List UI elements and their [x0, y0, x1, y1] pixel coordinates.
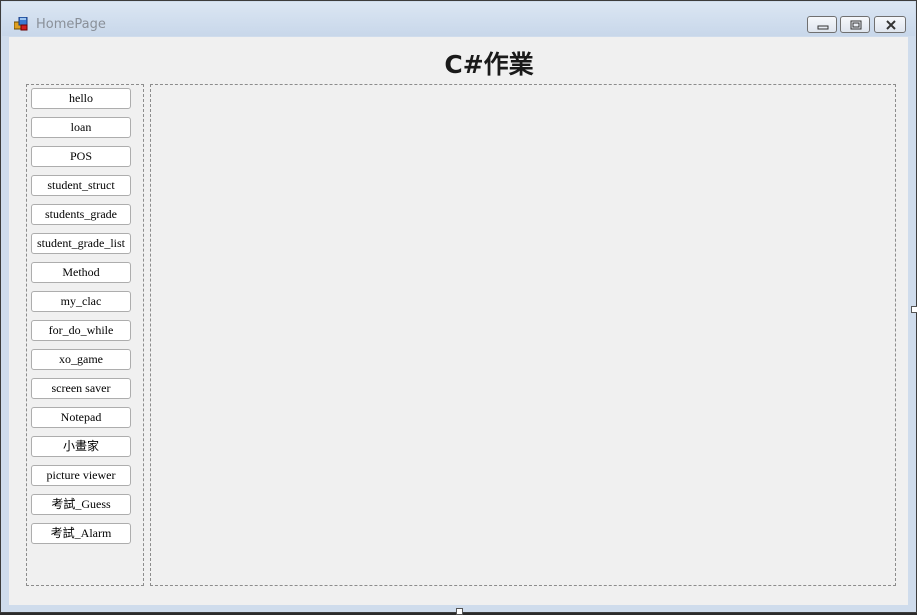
- student-grade-list-button[interactable]: student_grade_list: [31, 233, 131, 254]
- student-struct-button[interactable]: student_struct: [31, 175, 131, 196]
- app-window: HomePage C#作業 hello loan POS student_str…: [0, 0, 917, 615]
- window-title: HomePage: [36, 17, 106, 32]
- close-icon: [886, 20, 896, 30]
- exam-guess-button[interactable]: 考試_Guess: [31, 494, 131, 515]
- windows-form-icon: [13, 16, 28, 31]
- maximize-icon: [850, 20, 862, 30]
- loan-button[interactable]: loan: [31, 117, 131, 138]
- pos-button[interactable]: POS: [31, 146, 131, 167]
- for-do-while-button[interactable]: for_do_while: [31, 320, 131, 341]
- exam-alarm-button[interactable]: 考試_Alarm: [31, 523, 131, 544]
- minimize-icon: [817, 25, 829, 30]
- maximize-button[interactable]: [840, 16, 870, 33]
- my-clac-button[interactable]: my_clac: [31, 291, 131, 312]
- close-button[interactable]: [874, 16, 906, 33]
- sidebar-panel: hello loan POS student_struct students_g…: [26, 84, 144, 586]
- content-panel: [150, 84, 896, 586]
- resize-grip-bottom[interactable]: [456, 608, 463, 615]
- picture-viewer-button[interactable]: picture viewer: [31, 465, 131, 486]
- students-grade-button[interactable]: students_grade: [31, 204, 131, 225]
- minimize-button[interactable]: [807, 16, 837, 33]
- method-button[interactable]: Method: [31, 262, 131, 283]
- resize-grip-right[interactable]: [911, 306, 917, 313]
- hello-button[interactable]: hello: [31, 88, 131, 109]
- title-bar[interactable]: HomePage: [2, 2, 915, 36]
- paint-button[interactable]: 小畫家: [31, 436, 131, 457]
- form-client-area: C#作業 hello loan POS student_struct stude…: [9, 37, 908, 605]
- screen-saver-button[interactable]: screen saver: [31, 378, 131, 399]
- notepad-button[interactable]: Notepad: [31, 407, 131, 428]
- page-title: C#作業: [444, 50, 534, 79]
- xo-game-button[interactable]: xo_game: [31, 349, 131, 370]
